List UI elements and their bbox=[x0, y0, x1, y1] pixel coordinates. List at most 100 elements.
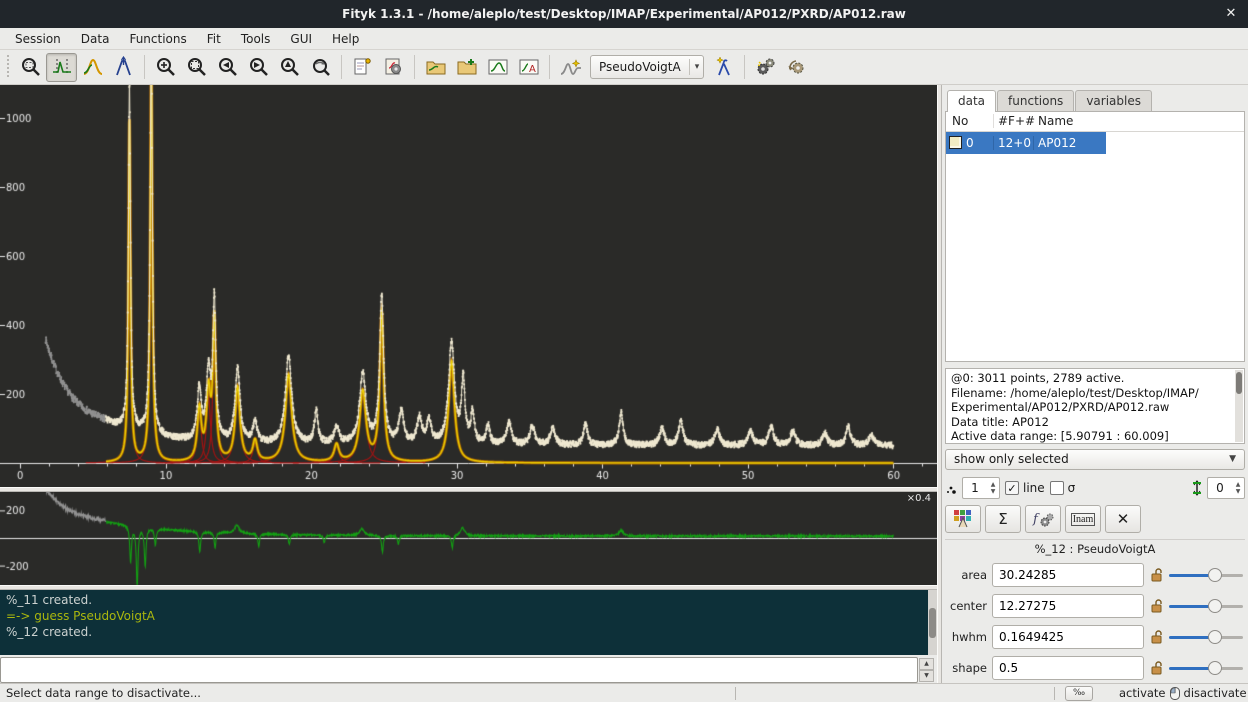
close-icon[interactable]: ✕ bbox=[1222, 5, 1240, 23]
gui-config-icon[interactable] bbox=[378, 53, 409, 82]
zoom-all-icon[interactable] bbox=[305, 53, 336, 82]
info-range: Active data range: [5.90791 : 60.009] bbox=[951, 429, 1232, 444]
lock-open-icon[interactable] bbox=[1149, 598, 1164, 613]
main-plot[interactable] bbox=[0, 85, 937, 487]
dataset-table-header: No #F+# Name bbox=[946, 112, 1244, 132]
run-fit-icon[interactable] bbox=[750, 53, 781, 82]
auxiliary-plot[interactable]: ×0.4 bbox=[0, 492, 937, 585]
zoom-vertically-icon[interactable] bbox=[274, 53, 305, 82]
tab-data[interactable]: data bbox=[947, 90, 996, 112]
spin-down-icon[interactable]: ▼ bbox=[919, 670, 934, 682]
lock-open-icon[interactable] bbox=[1149, 567, 1164, 582]
command-input[interactable] bbox=[0, 657, 918, 683]
menu-session[interactable]: Session bbox=[6, 30, 70, 48]
sigma-checkbox[interactable]: σ bbox=[1050, 481, 1076, 495]
zoom-in-icon[interactable] bbox=[150, 53, 181, 82]
point-size-spinner[interactable]: 1 ▲▼ bbox=[962, 477, 1000, 499]
menu-fit[interactable]: Fit bbox=[198, 30, 230, 48]
param-row-center: center bbox=[945, 590, 1245, 621]
rename-button[interactable]: Inam bbox=[1065, 505, 1101, 533]
dataset-color-checkbox[interactable] bbox=[949, 136, 962, 149]
delete-button[interactable]: ✕ bbox=[1105, 505, 1141, 533]
param-center-input[interactable] bbox=[992, 594, 1144, 618]
vertical-shift-icon bbox=[1192, 480, 1202, 496]
show-filter-dropdown[interactable]: show only selected ▼ bbox=[945, 449, 1245, 471]
add-peak-mode-icon[interactable] bbox=[77, 53, 108, 82]
tab-variables[interactable]: variables bbox=[1075, 90, 1152, 111]
info-scrollbar-thumb[interactable] bbox=[1236, 372, 1242, 394]
spinner-arrows-icon[interactable]: ▲▼ bbox=[1232, 478, 1244, 498]
function-type-selector[interactable]: PseudoVoigtA ▾ bbox=[590, 55, 704, 79]
auxiliary-plot-canvas[interactable] bbox=[0, 492, 937, 585]
function-parameters-panel: %_12 : PseudoVoigtA area center hwhm sha… bbox=[945, 539, 1245, 683]
menu-tools[interactable]: Tools bbox=[232, 30, 280, 48]
spin-up-icon[interactable]: ▲ bbox=[919, 658, 934, 670]
slider-thumb[interactable] bbox=[1208, 630, 1222, 644]
zoom-rectangle-mode-icon[interactable] bbox=[15, 53, 46, 82]
console-command-line: =-> guess PseudoVoigtA bbox=[6, 608, 922, 624]
shift-spinner[interactable]: 0 ▲▼ bbox=[1207, 477, 1245, 499]
mouse-right-hint: disactivate bbox=[1184, 686, 1247, 700]
param-shape-input[interactable] bbox=[992, 656, 1144, 680]
export-plot-image-icon[interactable] bbox=[482, 53, 513, 82]
console-scrollbar-thumb[interactable] bbox=[929, 608, 936, 638]
open-data-append-icon[interactable] bbox=[451, 53, 482, 82]
tab-functions[interactable]: functions bbox=[997, 90, 1074, 111]
info-filename: Filename: /home/aleplo/test/Desktop/IMAP… bbox=[951, 386, 1232, 401]
checkbox-checked-icon[interactable]: ✓ bbox=[1005, 481, 1019, 495]
line-checkbox[interactable]: ✓ line bbox=[1005, 481, 1045, 495]
console-scrollbar[interactable] bbox=[928, 590, 937, 655]
save-plot-image-icon[interactable]: A bbox=[513, 53, 544, 82]
slider-thumb[interactable] bbox=[1208, 661, 1222, 675]
slider-thumb[interactable] bbox=[1208, 599, 1222, 613]
info-scrollbar[interactable] bbox=[1235, 370, 1243, 442]
command-line[interactable] bbox=[0, 657, 918, 683]
zoom-previous-icon[interactable] bbox=[181, 53, 212, 82]
data-colors-button[interactable] bbox=[945, 505, 981, 533]
param-area-input[interactable] bbox=[992, 563, 1144, 587]
param-row-shape: shape bbox=[945, 652, 1245, 683]
open-data-icon[interactable] bbox=[420, 53, 451, 82]
zoom-left-icon[interactable] bbox=[212, 53, 243, 82]
menu-functions[interactable]: Functions bbox=[120, 30, 195, 48]
menu-help[interactable]: Help bbox=[323, 30, 368, 48]
param-hwhm-slider[interactable] bbox=[1169, 630, 1243, 644]
point-size-icon bbox=[945, 481, 957, 495]
command-history-spinner[interactable]: ▲ ▼ bbox=[919, 658, 934, 682]
functions-apply-button[interactable]: f bbox=[1025, 505, 1061, 533]
zoom-right-icon[interactable] bbox=[243, 53, 274, 82]
toolbar-drag-handle[interactable] bbox=[5, 55, 12, 79]
param-center-slider[interactable] bbox=[1169, 599, 1243, 613]
column-no: No bbox=[946, 114, 994, 128]
param-area-slider[interactable] bbox=[1169, 568, 1243, 582]
main-plot-canvas[interactable] bbox=[0, 85, 937, 487]
mouse-icon bbox=[1169, 686, 1181, 701]
coordinates-format-button[interactable]: ‰ bbox=[1065, 686, 1093, 701]
dataset-buttons: Σ f Inam ✕ bbox=[945, 504, 1245, 534]
lock-open-icon[interactable] bbox=[1149, 629, 1164, 644]
menu-gui[interactable]: GUI bbox=[281, 30, 321, 48]
param-shape-slider[interactable] bbox=[1169, 661, 1243, 675]
function-title: %_12 : PseudoVoigtA bbox=[945, 542, 1245, 559]
window-title: Fityk 1.3.1 - /home/aleplo/test/Desktop/… bbox=[342, 7, 906, 21]
table-row[interactable]: 0 12+0 AP012 bbox=[946, 132, 1106, 154]
checkbox-unchecked-icon[interactable] bbox=[1050, 481, 1064, 495]
auto-add-peak-icon[interactable] bbox=[555, 53, 586, 82]
param-hwhm-input[interactable] bbox=[992, 625, 1144, 649]
add-function-icon[interactable] bbox=[708, 53, 739, 82]
data-range-mode-icon[interactable] bbox=[46, 53, 77, 82]
undo-fit-icon[interactable] bbox=[781, 53, 812, 82]
drag-peak-mode-icon[interactable] bbox=[108, 53, 139, 82]
toolbar: A PseudoVoigtA ▾ bbox=[0, 50, 1248, 85]
menu-data[interactable]: Data bbox=[72, 30, 119, 48]
status-hint: Select data range to disactivate... bbox=[0, 686, 735, 700]
sum-button[interactable]: Σ bbox=[985, 505, 1021, 533]
slider-thumb[interactable] bbox=[1208, 568, 1222, 582]
script-editor-icon[interactable] bbox=[347, 53, 378, 82]
info-title: Data title: AP012 bbox=[951, 415, 1232, 430]
lock-open-icon[interactable] bbox=[1149, 660, 1164, 675]
info-points: @0: 3011 points, 2789 active. bbox=[951, 371, 1232, 386]
function-type-value: PseudoVoigtA bbox=[599, 60, 681, 74]
spinner-arrows-icon[interactable]: ▲▼ bbox=[987, 478, 999, 498]
line-checkbox-label: line bbox=[1023, 481, 1045, 495]
